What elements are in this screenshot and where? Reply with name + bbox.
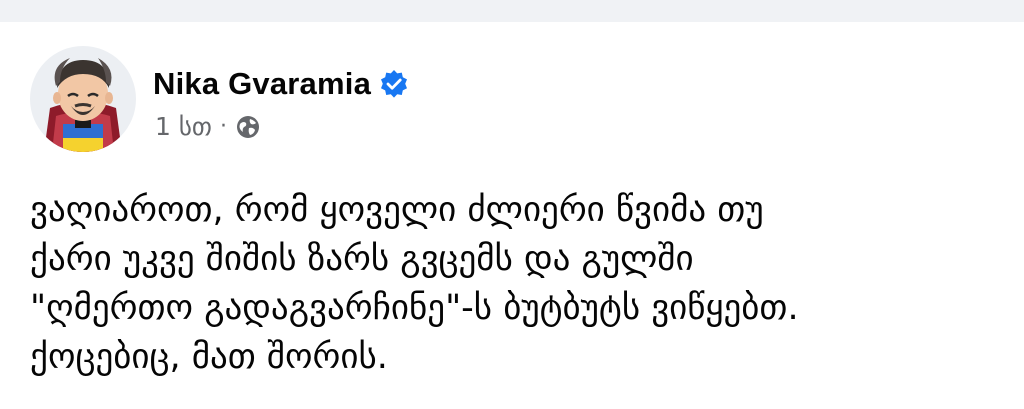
- post-body: ვაღიაროთ, რომ ყოველი ძლიერი წვიმა თუ ქარ…: [30, 190, 799, 377]
- globe-icon[interactable]: [235, 114, 261, 140]
- post-card: Nika Gvaramia 1 სთ · ვაღიაროთ, რომ ყოველ…: [0, 22, 1024, 409]
- top-strip: [0, 0, 1024, 22]
- meta-separator: ·: [219, 114, 227, 139]
- post-meta: 1 სთ ·: [155, 112, 261, 141]
- avatar[interactable]: [30, 46, 136, 152]
- author-name[interactable]: Nika Gvaramia: [153, 66, 371, 102]
- post-timestamp[interactable]: 1 სთ: [155, 112, 212, 141]
- author-row: Nika Gvaramia: [153, 66, 409, 102]
- verified-badge-icon: [379, 69, 409, 99]
